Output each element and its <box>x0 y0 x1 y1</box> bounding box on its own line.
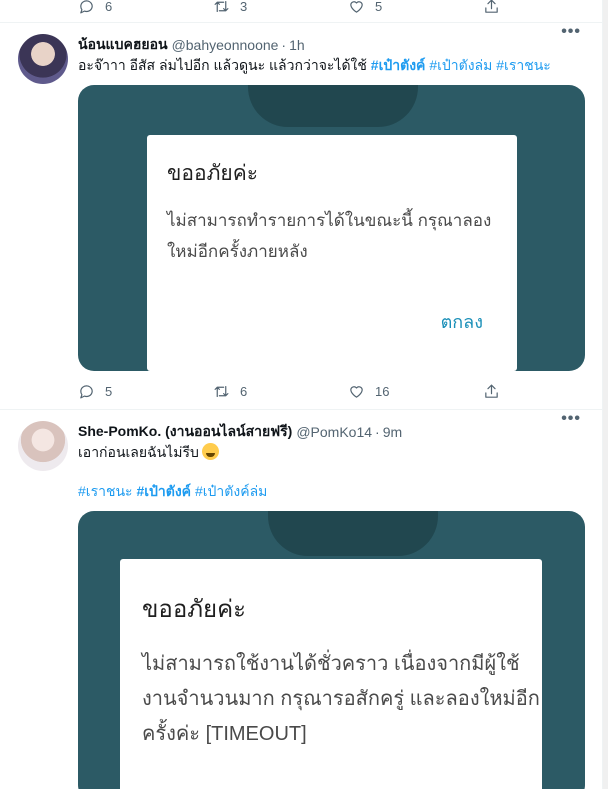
dialog-title: ขออภัยค่ะ <box>167 162 259 185</box>
retweet-count: 6 <box>240 383 248 399</box>
reply-count: 6 <box>105 0 113 14</box>
reply-icon <box>80 0 93 13</box>
user-handle[interactable]: @PomKo14 <box>296 424 372 440</box>
display-name[interactable]: She-PomKo. (งานออนไลน์สายฟรี) <box>78 421 292 443</box>
share-button[interactable] <box>483 383 500 400</box>
reply-icon <box>80 384 93 398</box>
dialog-message: ไม่สามารถทำรายการได้ในขณะนี้ กรุณาลองใหม… <box>167 211 492 261</box>
tweet-image[interactable]: ขออภัยค่ะ ไม่สามารถใช้งานได้ชั่วคราว เนื… <box>78 511 585 789</box>
tweet-text-body: เอาก่อนเลยฉันไม่รีบ <box>78 444 199 460</box>
action-bar: 6 3 5 <box>78 0 500 17</box>
scrollbar[interactable] <box>603 0 608 789</box>
separator-dot: · <box>375 424 380 440</box>
share-button[interactable] <box>483 0 500 15</box>
like-icon <box>350 385 363 398</box>
tweet-image[interactable]: ขออภัยค่ะ ไม่สามารถทำรายการได้ในขณะนี้ ก… <box>78 85 585 371</box>
like-count: 5 <box>375 0 383 14</box>
retweet-count: 3 <box>240 0 248 14</box>
retweet-button[interactable]: 6 <box>213 383 348 400</box>
error-dialog: ขออภัยค่ะ ไม่สามารถทำรายการได้ในขณะนี้ ก… <box>147 135 517 371</box>
hashtag-link[interactable]: #เป๋าตังล่ม <box>429 57 492 73</box>
action-bar: 5 6 16 <box>78 380 500 402</box>
hugging-face-emoji-icon <box>201 443 219 460</box>
more-icon[interactable]: ••• <box>561 23 581 41</box>
avatar[interactable] <box>18 34 68 84</box>
retweet-icon <box>214 0 229 12</box>
retweet-icon <box>214 385 229 397</box>
tweet[interactable]: She-PomKo. (งานออนไลน์สายฟรี) @PomKo14 ·… <box>0 410 602 789</box>
hashtag-link[interactable]: #เป๋าตังค์ <box>136 483 191 499</box>
hashtag-link[interactable]: #เราชนะ <box>78 483 133 499</box>
tweet-text: เอาก่อนเลยฉันไม่รีบ <box>78 442 583 462</box>
timeline-feed: 6 3 5 น้อนแบคฮยอน @bahyeonnoone · 1h ••• <box>0 0 603 789</box>
tweet-header: น้อนแบคฮยอน @bahyeonnoone · 1h <box>78 35 583 55</box>
separator-dot: · <box>281 37 287 53</box>
timestamp[interactable]: 9m <box>383 424 402 440</box>
tweet-header: She-PomKo. (งานออนไลน์สายฟรี) @PomKo14 ·… <box>78 422 583 442</box>
dialog-title: ขออภัยค่ะ <box>142 596 247 623</box>
share-icon <box>485 0 498 13</box>
reply-button[interactable]: 6 <box>78 0 213 15</box>
avatar[interactable] <box>18 421 68 471</box>
tweet-text-body: อะจ๊าาา อีสัส ล่มไปอีก แล้วดูนะ แล้วกว่า… <box>78 57 367 73</box>
like-icon <box>350 0 363 13</box>
app-header-shape <box>268 511 438 556</box>
reply-button[interactable]: 5 <box>78 383 213 400</box>
previous-tweet-actions: 6 3 5 <box>0 0 602 23</box>
timestamp[interactable]: 1h <box>289 37 305 53</box>
hashtag-link[interactable]: #เป๋าตังค์ <box>371 57 426 73</box>
user-handle[interactable]: @bahyeonnoone <box>172 37 279 53</box>
like-button[interactable]: 16 <box>348 383 483 400</box>
hashtag-link[interactable]: #เป๋าตังค์ล่ม <box>195 483 267 499</box>
app-header-shape <box>248 85 418 127</box>
tweet[interactable]: น้อนแบคฮยอน @bahyeonnoone · 1h ••• อะจ๊า… <box>0 23 602 410</box>
tweet-hashtags: #เราชนะ #เป๋าตังค์ #เป๋าตังค์ล่ม <box>78 481 583 501</box>
retweet-button[interactable]: 3 <box>213 0 348 15</box>
more-icon[interactable]: ••• <box>561 410 581 428</box>
error-dialog: ขออภัยค่ะ ไม่สามารถใช้งานได้ชั่วคราว เนื… <box>120 559 542 789</box>
reply-count: 5 <box>105 383 113 399</box>
like-button[interactable]: 5 <box>348 0 483 15</box>
share-icon <box>485 384 498 398</box>
display-name[interactable]: น้อนแบคฮยอน <box>78 34 168 56</box>
tweet-text: อะจ๊าาา อีสัส ล่มไปอีก แล้วดูนะ แล้วกว่า… <box>78 55 583 75</box>
like-count: 16 <box>375 383 390 399</box>
dialog-message: ไม่สามารถใช้งานได้ชั่วคราว เนื่องจากมีผู… <box>142 653 540 745</box>
hashtag-link[interactable]: #เราชนะ <box>496 57 551 73</box>
dialog-ok-button: ตกลง <box>440 312 483 332</box>
